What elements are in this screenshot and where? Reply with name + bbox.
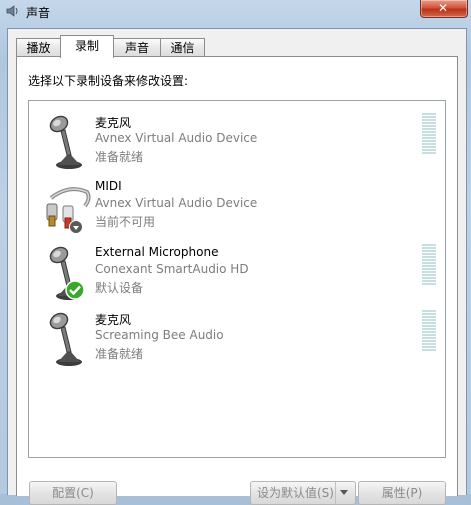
device-description: Conexant SmartAudio HD — [95, 262, 249, 276]
recording-tab-panel: 选择以下录制设备来修改设置: 麦克风 Avnex Virtual Audio D… — [16, 56, 458, 505]
device-description: Avnex Virtual Audio Device — [95, 131, 258, 145]
device-status: 当前不可用 — [95, 215, 156, 229]
configure-button[interactable]: 配置(C) — [29, 481, 117, 505]
device-description: Screaming Bee Audio — [95, 328, 224, 342]
device-item-external-microphone[interactable]: External Microphone Conexant SmartAudio … — [29, 242, 445, 308]
set-default-button[interactable]: 设为默认值(S) — [250, 481, 356, 505]
microphone-icon — [49, 115, 82, 169]
set-default-dropdown[interactable] — [335, 482, 352, 504]
device-item-microphone-screaming-bee[interactable]: 麦克风 Screaming Bee Audio 准备就绪 — [29, 308, 445, 374]
instruction-label: 选择以下录制设备来修改设置: — [28, 74, 189, 88]
device-name: External Microphone — [95, 245, 219, 259]
window-title: 声音 — [26, 6, 51, 20]
close-button[interactable]: ✕ — [420, 0, 468, 18]
level-meter — [422, 244, 436, 288]
device-status: 准备就绪 — [95, 347, 144, 361]
device-item-microphone-avnex[interactable]: 麦克风 Avnex Virtual Audio Device 准备就绪 — [29, 111, 445, 177]
device-item-midi[interactable]: MIDI Avnex Virtual Audio Device 当前不可用 — [29, 176, 445, 242]
recording-device-list[interactable]: 麦克风 Avnex Virtual Audio Device 准备就绪 MIDI… — [28, 100, 446, 458]
device-status: 默认设备 — [95, 281, 144, 295]
set-default-label: 设为默认值(S) — [257, 486, 334, 500]
down-arrow-badge-icon — [69, 220, 83, 234]
level-meter — [422, 113, 436, 157]
device-description: Avnex Virtual Audio Device — [95, 196, 258, 210]
tab-playback[interactable]: 播放 — [16, 38, 61, 57]
default-check-badge-icon — [65, 280, 85, 300]
tab-communications[interactable]: 通信 — [160, 38, 205, 57]
tab-recording[interactable]: 录制 — [60, 35, 114, 58]
properties-button[interactable]: 属性(P) — [358, 481, 446, 505]
button-row: 配置(C) 设为默认值(S) 属性(P) — [17, 481, 457, 505]
device-name: 麦克风 — [95, 313, 132, 327]
level-meter — [422, 310, 436, 354]
microphone-icon — [49, 312, 82, 366]
device-name: MIDI — [95, 179, 122, 193]
device-status: 准备就绪 — [95, 150, 144, 164]
chevron-down-icon — [340, 490, 348, 495]
close-icon: ✕ — [438, 1, 449, 15]
device-name: 麦克风 — [95, 116, 132, 130]
sound-dialog-window: 声音 ✕ 播放 录制 声音 通信 选择以下录制设备来修改设置: 麦克风 Avne… — [0, 0, 471, 505]
title-bar[interactable]: 声音 ✕ — [0, 0, 471, 28]
tab-sounds[interactable]: 声音 — [113, 38, 161, 57]
speaker-icon[interactable] — [6, 4, 20, 18]
dialog-client-area: 播放 录制 声音 通信 选择以下录制设备来修改设置: 麦克风 Avnex Vir… — [7, 28, 467, 505]
